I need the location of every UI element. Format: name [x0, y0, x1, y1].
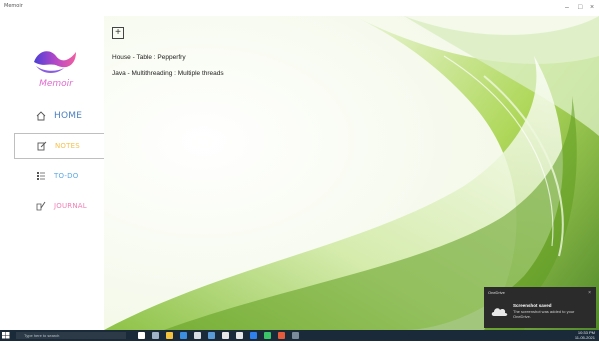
toast-app-name: OneDrive [488, 290, 505, 295]
maximize-button[interactable]: □ [578, 4, 582, 12]
edge-icon[interactable] [180, 332, 187, 339]
vscode-icon[interactable] [250, 332, 257, 339]
windows-start-icon[interactable] [2, 332, 10, 339]
taskbar-date: 11-05-2021 [574, 334, 595, 340]
sidebar-item-label: JOURNAL [54, 202, 87, 210]
sidebar-item-label: HOME [54, 111, 83, 121]
memoir-app-icon[interactable] [292, 332, 299, 339]
toast-close-button[interactable]: × [588, 290, 591, 296]
add-note-button[interactable]: + [112, 27, 124, 39]
file-explorer-icon[interactable] [166, 332, 173, 339]
note-item[interactable]: House - Table : Pepperfry [112, 54, 186, 61]
notification-toast[interactable]: OneDrive × Screenshot saved The screensh… [484, 287, 596, 328]
taskbar-search-input[interactable]: Type here to search [16, 332, 126, 339]
memoir-logo [34, 51, 76, 73]
store-icon[interactable] [194, 332, 201, 339]
app-icon[interactable] [222, 332, 229, 339]
background-swirl [104, 16, 599, 330]
logo-text: Memoir [39, 79, 73, 89]
minimize-button[interactable]: – [565, 4, 569, 12]
sidebar: Memoir HOME NOTES TO-DO JOURNAL LOG OUT [0, 16, 104, 342]
sidebar-item-notes[interactable]: NOTES [14, 133, 104, 159]
app-icon[interactable] [278, 332, 285, 339]
taskbar-clock[interactable]: 10:33 PM 11-05-2021 [574, 330, 595, 340]
mail-icon[interactable] [208, 332, 215, 339]
sidebar-item-label: TO-DO [54, 172, 79, 180]
close-button[interactable]: × [590, 4, 594, 12]
window-title: Memoir [4, 3, 23, 9]
toast-message: The screenshot was added to your OneDriv… [513, 309, 575, 319]
app-icon[interactable] [236, 332, 243, 339]
toast-title: Screenshot saved [513, 303, 552, 308]
cloud-icon [491, 308, 508, 316]
task-view-icon[interactable] [152, 332, 159, 339]
sidebar-item-home[interactable]: HOME [14, 103, 104, 129]
journal-icon [34, 199, 48, 213]
sidebar-item-label: NOTES [55, 142, 80, 150]
edit-icon [35, 139, 49, 153]
taskbar-search-placeholder: Type here to search [24, 333, 60, 338]
sidebar-item-journal[interactable]: JOURNAL [14, 193, 104, 219]
home-icon [34, 109, 48, 123]
note-item[interactable]: Java - Multithreading : Multiple threads [112, 70, 224, 77]
sidebar-item-todo[interactable]: TO-DO [14, 163, 104, 189]
taskbar: Type here to search 10:33 PM 11-05-2021 [0, 330, 599, 341]
checklist-icon [34, 169, 48, 183]
chrome-icon[interactable] [264, 332, 271, 339]
main-content [104, 16, 599, 330]
search-app-icon[interactable] [138, 332, 145, 339]
title-bar: Memoir – □ × [0, 0, 599, 16]
